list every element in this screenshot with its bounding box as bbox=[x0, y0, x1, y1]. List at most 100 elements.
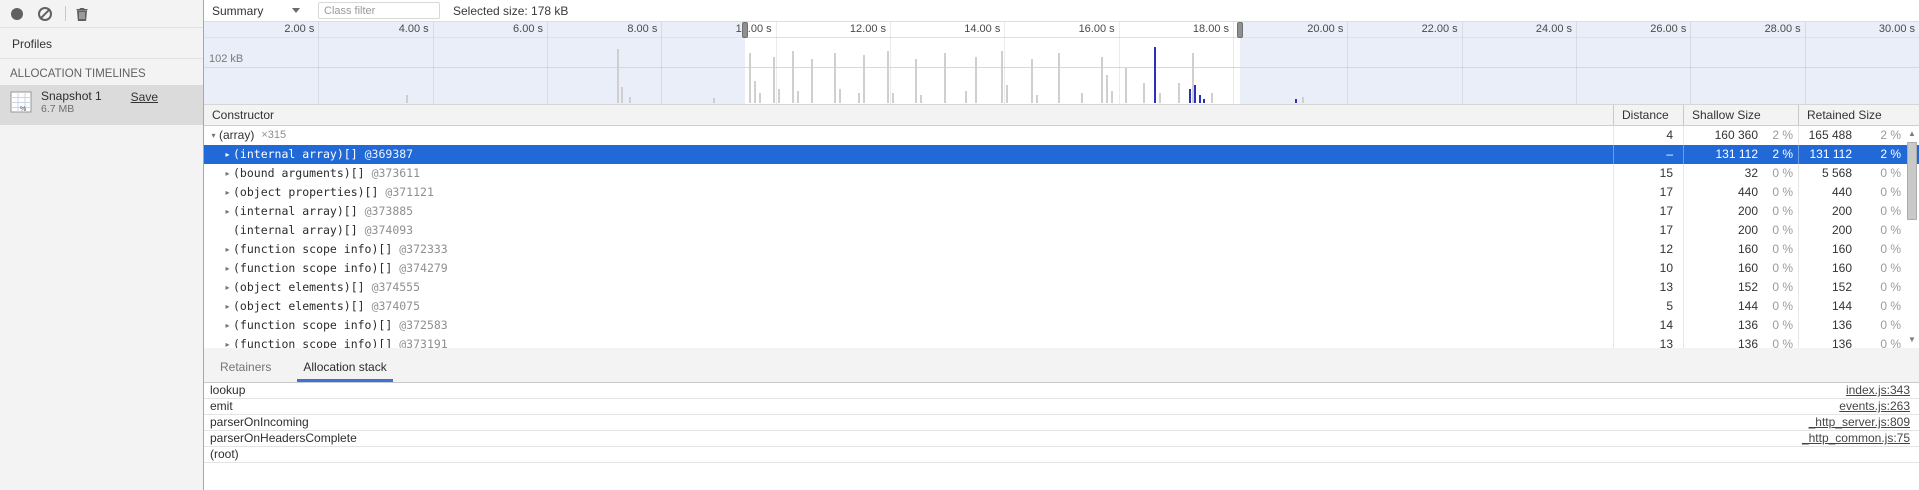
record-icon[interactable] bbox=[11, 8, 23, 20]
allocation-bar bbox=[749, 53, 751, 103]
table-row[interactable]: ▸(internal array)[]@373885172000 %2000 % bbox=[204, 202, 1919, 221]
table-row[interactable]: ▸(object elements)[]@37407551440 %1440 % bbox=[204, 297, 1919, 316]
source-location-link[interactable]: _http_server.js:809 bbox=[1809, 415, 1910, 429]
time-tick-label: 30.00 s bbox=[1859, 23, 1915, 36]
distance-cell: 10 bbox=[1613, 259, 1683, 278]
shallow-size-percent: 2 % bbox=[1758, 145, 1798, 164]
stack-function-name: emit bbox=[210, 399, 233, 413]
shallow-size-value: 152 bbox=[1684, 278, 1758, 297]
expander-icon[interactable]: ▸ bbox=[222, 202, 233, 221]
expander-icon[interactable]: ▸ bbox=[222, 297, 233, 316]
object-id: @374279 bbox=[399, 259, 447, 278]
allocation-bar bbox=[1006, 85, 1008, 103]
expander-icon[interactable]: ▾ bbox=[208, 126, 219, 145]
shallow-size-value: 160 bbox=[1684, 240, 1758, 259]
allocation-timelines-section-title: ALLOCATION TIMELINES bbox=[0, 59, 203, 85]
expander-icon[interactable]: ▸ bbox=[222, 164, 233, 183]
trash-icon[interactable] bbox=[76, 7, 88, 21]
constructor-name: (function scope info)[] bbox=[233, 240, 392, 259]
shallow-size-cell: 131 1122 % bbox=[1683, 145, 1798, 164]
allocation-bar bbox=[965, 91, 967, 103]
retained-size-cell: 131 1122 % bbox=[1798, 145, 1919, 164]
tab-allocation-stack[interactable]: Allocation stack bbox=[297, 360, 392, 382]
clear-all-icon[interactable] bbox=[38, 7, 52, 21]
shallow-size-percent: 0 % bbox=[1758, 221, 1798, 240]
object-id: @374093 bbox=[365, 221, 413, 240]
allocation-bar bbox=[1111, 91, 1113, 103]
selection-handle-left[interactable] bbox=[742, 22, 748, 38]
scrollbar-thumb[interactable] bbox=[1907, 142, 1917, 220]
selected-size-label: Selected size: 178 kB bbox=[453, 4, 568, 18]
constructor-name: (object elements)[] bbox=[233, 278, 365, 297]
selection-handle-right[interactable] bbox=[1237, 22, 1243, 38]
scroll-up-icon[interactable]: ▲ bbox=[1905, 128, 1919, 140]
shallow-size-percent: 0 % bbox=[1758, 240, 1798, 259]
vertical-scrollbar[interactable]: ▲ ▼ bbox=[1905, 126, 1919, 348]
overview-timeline[interactable]: 102 kB 2.00 s4.00 s6.00 s8.00 s10.00 s12… bbox=[204, 22, 1919, 104]
column-header-retained-size[interactable]: Retained Size bbox=[1798, 105, 1919, 125]
time-tick-label: 6.00 s bbox=[487, 23, 543, 36]
perspective-dropdown[interactable]: Summary bbox=[204, 4, 310, 18]
distance-cell: 17 bbox=[1613, 183, 1683, 202]
allocation-bar bbox=[887, 51, 889, 103]
tab-retainers[interactable]: Retainers bbox=[214, 360, 277, 382]
shallow-size-percent: 0 % bbox=[1758, 335, 1798, 348]
stack-frame-row: parserOnIncoming_http_server.js:809 bbox=[204, 415, 1919, 431]
expander-icon[interactable]: ▸ bbox=[222, 335, 233, 348]
time-tick-label: 16.00 s bbox=[1059, 23, 1115, 36]
column-header-shallow-size[interactable]: Shallow Size bbox=[1683, 105, 1798, 125]
expander-icon[interactable]: ▸ bbox=[222, 240, 233, 259]
allocation-bar bbox=[834, 53, 836, 103]
table-row[interactable]: ▸(internal array)[]@369387–131 1122 %131… bbox=[204, 145, 1919, 164]
table-row[interactable]: ▸(object elements)[]@374555131520 %1520 … bbox=[204, 278, 1919, 297]
allocation-bar bbox=[975, 57, 977, 103]
shallow-size-percent: 0 % bbox=[1758, 164, 1798, 183]
timeline-gridline bbox=[1462, 22, 1463, 104]
source-location-link[interactable]: _http_common.js:75 bbox=[1802, 431, 1910, 445]
sidebar-item-snapshot[interactable]: % Snapshot 1 6.7 MB Save bbox=[0, 85, 203, 125]
table-row[interactable]: ▸(function scope info)[]@373191131360 %1… bbox=[204, 335, 1919, 348]
constructor-cell: (internal array)[]@374093 bbox=[204, 221, 1613, 240]
table-row[interactable]: (internal array)[]@374093172000 %2000 % bbox=[204, 221, 1919, 240]
table-row[interactable]: ▸(object properties)[]@371121174400 %440… bbox=[204, 183, 1919, 202]
column-header-distance[interactable]: Distance bbox=[1613, 105, 1683, 125]
retained-size-value: 160 bbox=[1799, 259, 1852, 278]
shallow-size-value: 200 bbox=[1684, 221, 1758, 240]
stack-function-name: parserOnHeadersComplete bbox=[210, 431, 357, 445]
column-header-constructor[interactable]: Constructor bbox=[204, 105, 1613, 125]
class-filter-input[interactable] bbox=[318, 2, 440, 19]
allocation-bar bbox=[621, 87, 623, 103]
save-link[interactable]: Save bbox=[131, 90, 158, 104]
allocation-bar bbox=[1031, 59, 1033, 103]
allocation-bar bbox=[1295, 99, 1297, 103]
constructor-name: (object elements)[] bbox=[233, 297, 365, 316]
time-tick-label: 22.00 s bbox=[1402, 23, 1458, 36]
timeline-gridline bbox=[661, 22, 662, 104]
table-row[interactable]: ▸(function scope info)[]@374279101600 %1… bbox=[204, 259, 1919, 278]
expander-icon[interactable]: ▸ bbox=[222, 183, 233, 202]
expander-icon[interactable]: ▸ bbox=[222, 259, 233, 278]
expander-icon[interactable]: ▸ bbox=[222, 278, 233, 297]
table-row[interactable]: ▸(function scope info)[]@372333121600 %1… bbox=[204, 240, 1919, 259]
source-location-link[interactable]: events.js:263 bbox=[1839, 399, 1910, 413]
allocation-bar bbox=[1302, 97, 1304, 103]
constructor-cell: ▸(function scope info)[]@372583 bbox=[204, 316, 1613, 335]
expander-icon[interactable]: ▸ bbox=[222, 316, 233, 335]
scroll-down-icon[interactable]: ▼ bbox=[1905, 334, 1919, 346]
retained-size-value: 5 568 bbox=[1799, 164, 1852, 183]
source-location-link[interactable]: index.js:343 bbox=[1846, 383, 1910, 397]
table-row[interactable]: ▸(bound arguments)[]@37361115320 %5 5680… bbox=[204, 164, 1919, 183]
allocation-bar bbox=[759, 93, 761, 103]
retained-size-cell: 2000 % bbox=[1798, 221, 1919, 240]
shallow-size-value: 144 bbox=[1684, 297, 1758, 316]
allocation-bar bbox=[1081, 93, 1083, 103]
expander-icon[interactable]: ▸ bbox=[222, 145, 233, 164]
timeline-gridline bbox=[1233, 22, 1234, 104]
retained-size-cell: 1360 % bbox=[1798, 335, 1919, 348]
table-row[interactable]: ▸(function scope info)[]@372583141360 %1… bbox=[204, 316, 1919, 335]
shallow-size-value: 160 360 bbox=[1684, 126, 1758, 145]
constructor-name: (internal array)[] bbox=[233, 202, 358, 221]
shallow-size-value: 440 bbox=[1684, 183, 1758, 202]
table-row[interactable]: ▾(array)×3154160 3602 %165 4882 % bbox=[204, 126, 1919, 145]
object-id: @373611 bbox=[372, 164, 420, 183]
